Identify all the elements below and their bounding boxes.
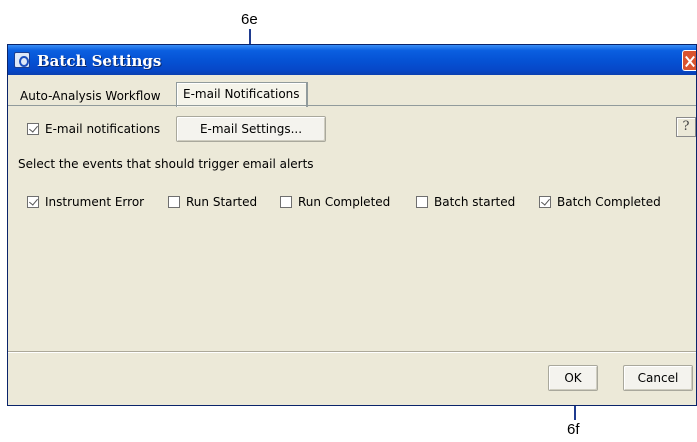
batch-settings-dialog: Batch Settings Auto-Analysis Workflow E-…	[7, 44, 697, 406]
event-batch-completed[interactable]: Batch Completed	[539, 195, 661, 211]
instrument-error-label: Instrument Error	[45, 195, 145, 209]
event-batch-started[interactable]: Batch started	[416, 195, 515, 211]
email-notifications-checkbox-row[interactable]: E-mail notifications	[27, 122, 160, 138]
app-icon	[14, 52, 30, 68]
window-title: Batch Settings	[37, 52, 162, 70]
batch-started-label: Batch started	[434, 195, 516, 209]
cancel-button[interactable]: Cancel	[623, 365, 693, 391]
email-notifications-label: E-mail notifications	[45, 122, 161, 136]
callout-label-6f: 6f	[567, 421, 580, 438]
callout-label-6e: 6e	[241, 11, 258, 28]
title-bar[interactable]: Batch Settings	[8, 45, 696, 75]
tab-auto-analysis-workflow[interactable]: Auto-Analysis Workflow	[14, 85, 167, 107]
close-icon[interactable]	[682, 50, 696, 71]
events-prompt: Select the events that should trigger em…	[18, 157, 314, 171]
tab-email-notifications[interactable]: E-mail Notifications	[176, 82, 307, 107]
batch-completed-checkbox[interactable]	[539, 195, 551, 208]
run-completed-label: Run Completed	[298, 195, 391, 209]
instrument-error-checkbox[interactable]	[27, 195, 39, 208]
event-instrument-error[interactable]: Instrument Error	[27, 195, 144, 211]
batch-completed-label: Batch Completed	[557, 195, 661, 209]
email-notifications-checkbox[interactable]	[27, 122, 39, 135]
ok-button[interactable]: OK	[548, 365, 598, 391]
email-settings-button[interactable]: E-mail Settings...	[176, 116, 326, 142]
help-button[interactable]: ?	[676, 117, 696, 137]
tab-divider	[8, 105, 696, 106]
run-started-checkbox[interactable]	[168, 195, 180, 208]
event-run-completed[interactable]: Run Completed	[280, 195, 390, 211]
batch-started-checkbox[interactable]	[416, 195, 428, 208]
event-run-started[interactable]: Run Started	[168, 195, 257, 211]
run-started-label: Run Started	[186, 195, 258, 209]
footer-divider	[8, 351, 696, 353]
run-completed-checkbox[interactable]	[280, 195, 292, 208]
